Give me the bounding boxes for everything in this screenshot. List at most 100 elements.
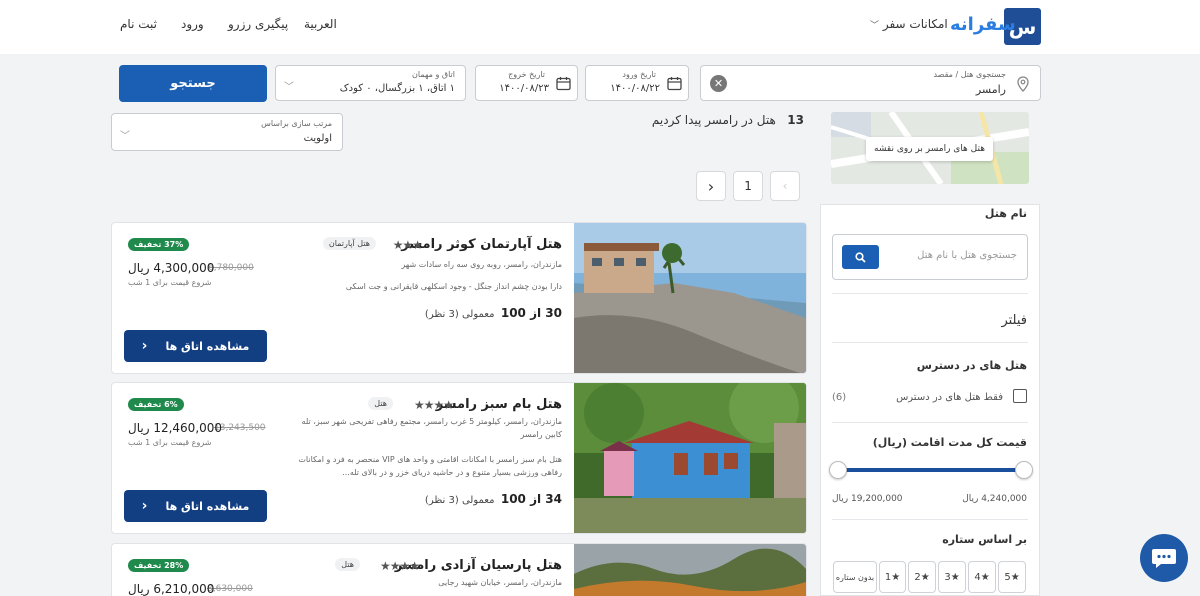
- search-icon: [855, 251, 866, 263]
- hotel-name-search: جستجوی هتل با نام هتل: [832, 234, 1028, 280]
- signup-link[interactable]: ثبت نام: [120, 17, 157, 31]
- hotel-type-badge: هتل آپارتمان: [322, 237, 376, 250]
- guests-value: ۱ اتاق، ۱ بزرگسال، ۰ کودک: [339, 83, 455, 94]
- available-only-checkbox[interactable]: [1013, 389, 1027, 403]
- filter-title: فیلتر: [1001, 313, 1027, 328]
- divider: [832, 293, 1028, 294]
- rating-text: معمولی (3 نظر): [424, 495, 495, 506]
- divider: [832, 342, 1028, 343]
- results-count: 13 هتل در رامسر پیدا کردیم: [652, 113, 804, 127]
- hotel-name[interactable]: هتل پارسیان آزادی رامسر: [395, 558, 562, 573]
- calendar-icon: [556, 76, 571, 95]
- hotel-rating: 30 از 100 معمولی (3 نظر): [425, 306, 562, 320]
- price-min-handle[interactable]: [1015, 461, 1033, 479]
- star-rating: ★★★★: [413, 398, 454, 412]
- available-count: (6): [832, 392, 847, 403]
- checkout-value: ۱۴۰۰/۰۸/۲۳: [499, 83, 549, 94]
- hotel-address: مازندران، رامسر، خیابان شهید رجایی: [438, 578, 562, 587]
- track-booking-link[interactable]: پیگیری رزرو: [228, 17, 288, 31]
- current-price: 12,460,000 ریال: [128, 421, 223, 435]
- checkout-field[interactable]: تاریخ خروج ۱۴۰۰/۰۸/۲۳: [475, 65, 578, 101]
- current-price: 4,300,000 ریال: [128, 261, 215, 275]
- filter-panel: نام هتل جستجوی هتل با نام هتل فیلتر هتل …: [820, 204, 1040, 596]
- stars-title: بر اساس ستاره: [942, 533, 1027, 546]
- destination-value: رامسر: [975, 83, 1006, 96]
- location-pin-icon: [1017, 76, 1029, 96]
- price-max-handle[interactable]: [829, 461, 847, 479]
- checkin-value: ۱۴۰۰/۰۸/۲۲: [610, 83, 660, 94]
- star-filter-label: 1: [884, 571, 892, 583]
- view-rooms-button[interactable]: مشاهده اتاق ها ‹: [124, 490, 267, 522]
- star-filter-4[interactable]: ★ 4: [968, 561, 996, 593]
- chevron-right-icon: ›: [782, 179, 788, 193]
- hotel-card[interactable]: هتل بام سبز رامسر ★★★★ هتل مازندران، رام…: [111, 382, 807, 534]
- chat-button[interactable]: [1140, 534, 1188, 582]
- hotel-name[interactable]: هتل آپارتمان کوثر رامسر: [401, 237, 562, 252]
- travel-services-menu[interactable]: امکانات سفر ﹀: [870, 17, 948, 31]
- star-rating: ★★★★: [379, 559, 420, 573]
- chevron-left-icon: ‹: [141, 338, 148, 354]
- checkin-field[interactable]: تاریخ ورود ۱۴۰۰/۰۸/۲۲: [585, 65, 689, 101]
- map-view-button[interactable]: هتل های رامسر بر روی نقشه: [866, 137, 993, 161]
- current-price: 6,210,000 ریال: [128, 582, 215, 596]
- hotel-name-search-button[interactable]: [842, 245, 879, 269]
- price-note: شروع قیمت برای 1 شب: [128, 278, 212, 287]
- sort-select[interactable]: مرتب سازی براساس اولویت ﹀: [111, 113, 343, 151]
- next-page-button[interactable]: ‹: [696, 171, 726, 201]
- star-rating: ★★★: [392, 238, 423, 252]
- prev-page-button[interactable]: ›: [770, 171, 800, 201]
- sort-label: مرتب سازی براساس: [261, 119, 332, 128]
- available-only-label: فقط هتل های در دسترس: [896, 392, 1003, 403]
- hotel-card[interactable]: هتل پارسیان آزادی رامسر ★★★★ هتل مازندرا…: [111, 543, 807, 596]
- old-price: 6,780,000: [208, 263, 254, 273]
- price-title: قیمت کل مدت اقامت (ریال): [872, 436, 1027, 449]
- view-rooms-button[interactable]: مشاهده اتاق ها ‹: [124, 330, 267, 362]
- chevron-left-icon: ‹: [141, 498, 148, 514]
- star-filter-5[interactable]: ★ 5: [998, 561, 1026, 593]
- discount-badge: 6% تخفیف: [128, 398, 184, 411]
- star-filter-none[interactable]: بدون ستاره: [833, 561, 877, 593]
- search-button[interactable]: جستجو: [119, 65, 267, 102]
- hotel-rating: 34 از 100 معمولی (3 نظر): [425, 492, 562, 506]
- discount-badge: 37% تخفیف: [128, 238, 190, 251]
- top-header: س سفرانه امکانات سفر ﹀ العربية پیگیری رز…: [0, 0, 1200, 54]
- hotel-description: دارا بودن چشم انداز جنگل - وجود اسکلهی ق…: [345, 282, 562, 291]
- chevron-down-icon: ﹀: [870, 21, 880, 31]
- checkout-label: تاریخ خروج: [508, 70, 545, 79]
- results-count-text: هتل در رامسر پیدا کردیم: [651, 113, 776, 127]
- guests-field[interactable]: اتاق و مهمان ۱ اتاق، ۱ بزرگسال، ۰ کودک ﹀: [275, 65, 466, 101]
- destination-field[interactable]: جستجوی هتل / مقصد رامسر ✕: [700, 65, 1041, 101]
- view-rooms-label: مشاهده اتاق ها: [165, 339, 250, 353]
- hotel-address: مازندران، رامسر، کیلومتر 5 غرب رامسر، مج…: [301, 417, 562, 439]
- hotel-name-placeholder: جستجوی هتل با نام هتل: [917, 250, 1017, 261]
- price-min-value: 4,240,000 ریال: [962, 494, 1027, 504]
- star-filter-label: 5: [1004, 571, 1011, 583]
- guests-label: اتاق و مهمان: [412, 70, 455, 79]
- hotel-photo[interactable]: [574, 544, 806, 596]
- price-range-track: [838, 468, 1024, 472]
- login-link[interactable]: ورود: [181, 17, 204, 31]
- star-filter-label: 3: [944, 571, 951, 583]
- clear-icon[interactable]: ✕: [710, 75, 727, 92]
- chat-bubble-icon: [1152, 549, 1176, 568]
- hotel-type-badge: هتل: [335, 558, 360, 571]
- chevron-down-icon: ﹀: [284, 82, 294, 93]
- language-link[interactable]: العربية: [304, 17, 337, 31]
- available-title: هتل های در دسترس: [916, 359, 1027, 372]
- chevron-left-icon: ‹: [707, 176, 715, 196]
- view-rooms-label: مشاهده اتاق ها: [165, 499, 250, 513]
- star-filter-label: 4: [974, 571, 981, 583]
- star-filter-3[interactable]: ★ 3: [938, 561, 966, 593]
- price-note: شروع قیمت برای 1 شب: [128, 438, 212, 447]
- hotel-photo[interactable]: [574, 383, 806, 534]
- star-icon: ★: [980, 571, 990, 583]
- destination-label: جستجوی هتل / مقصد: [933, 70, 1006, 79]
- hotel-card[interactable]: هتل آپارتمان کوثر رامسر ★★★ هتل آپارتمان…: [111, 222, 807, 374]
- star-filter-2[interactable]: ★ 2: [908, 561, 936, 593]
- brand-name[interactable]: سفرانه: [950, 14, 1016, 35]
- hotel-photo[interactable]: [574, 223, 806, 374]
- star-filter-label: 2: [914, 571, 921, 583]
- page-number-button[interactable]: 1: [733, 171, 763, 201]
- star-filter-1[interactable]: ★ 1: [879, 561, 906, 593]
- hotel-name[interactable]: هتل بام سبز رامسر: [436, 397, 562, 412]
